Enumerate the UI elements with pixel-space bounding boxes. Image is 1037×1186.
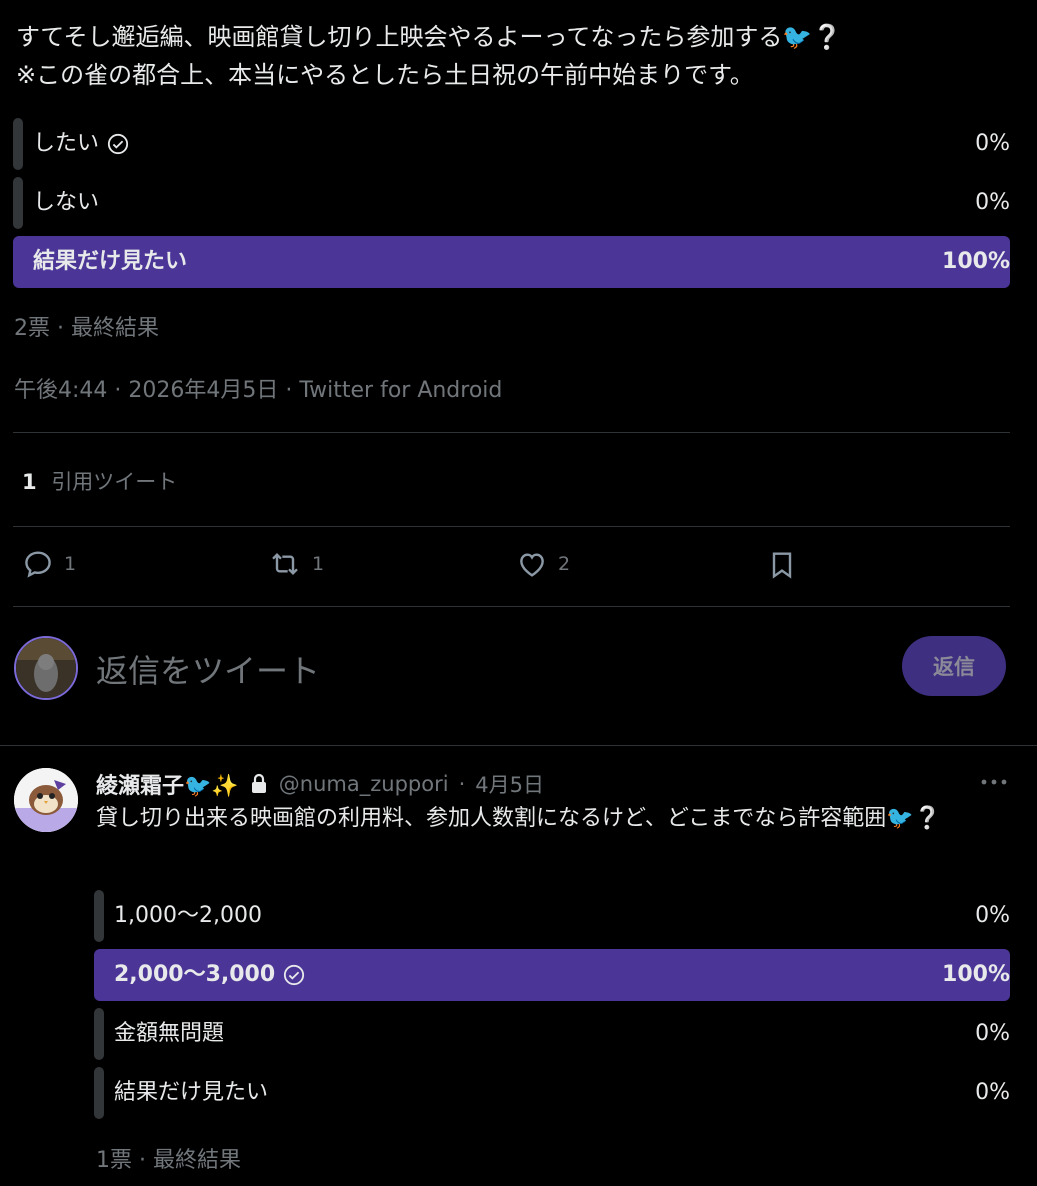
poll-percent: 0% <box>975 1080 1010 1105</box>
voted-check-icon <box>284 964 305 986</box>
more-options-icon[interactable] <box>978 768 1010 796</box>
like-count: 2 <box>558 553 571 575</box>
poll-option-label: 結果だけ見たい <box>33 249 188 274</box>
reply-composer: 返信をツイート 返信 <box>14 636 1010 700</box>
reply-input[interactable]: 返信をツイート <box>96 646 320 692</box>
poll-percent: 0% <box>975 131 1010 156</box>
like-action[interactable]: 2 <box>516 548 570 580</box>
poll-option-label: 2,000〜3,000 <box>114 962 276 987</box>
poll-option-label: 結果だけ見たい <box>114 1080 269 1105</box>
poll-bar <box>94 1008 104 1060</box>
tweet-actions: 1 1 2 <box>22 548 1002 588</box>
poll-option: 1,000〜2,000 0% <box>94 890 1010 942</box>
poll-percent: 100% <box>942 962 1010 987</box>
reply-action[interactable]: 1 <box>22 548 76 580</box>
poll-bar <box>94 1067 104 1119</box>
reply-button[interactable]: 返信 <box>902 636 1006 696</box>
bookmark-action[interactable] <box>766 548 798 582</box>
retweet-count: 1 <box>312 553 325 575</box>
tweet-text: 貸し切り出来る映画館の利用料、参加人数割になるけど、どこまでなら許容範囲🐦❔ <box>96 806 942 831</box>
poll-bar <box>13 118 23 170</box>
poll-percent: 0% <box>975 903 1010 928</box>
poll-percent: 0% <box>975 1021 1010 1046</box>
retweet-icon <box>272 552 298 576</box>
poll-option: 2,000〜3,000 100% <box>94 949 1010 1001</box>
poll: したい 0% しない 0% 結果だけ見たい 100% <box>13 118 1010 295</box>
divider <box>13 432 1010 433</box>
poll-option: 結果だけ見たい 100% <box>13 236 1010 288</box>
display-name[interactable]: 綾瀬霜子🐦✨ <box>96 768 239 800</box>
reply-count: 1 <box>64 553 77 575</box>
divider <box>13 606 1010 607</box>
poll-option: したい 0% <box>13 118 1010 170</box>
author-avatar[interactable] <box>14 768 78 832</box>
bookmark-icon <box>772 552 792 579</box>
poll-option-label: 金額無問題 <box>114 1021 225 1046</box>
retweet-action[interactable]: 1 <box>268 548 324 580</box>
poll-bar <box>94 890 104 942</box>
poll-option-label: 1,000〜2,000 <box>114 903 262 928</box>
voted-check-icon <box>107 133 129 155</box>
poll-percent: 100% <box>942 249 1010 274</box>
lock-icon <box>251 773 266 793</box>
tweet-header: 綾瀬霜子🐦✨ @numa_zuppori · 4月5日 <box>96 768 544 800</box>
poll-option-label: しない <box>33 190 100 215</box>
author-handle[interactable]: @numa_zuppori <box>279 772 449 796</box>
tweet-timestamp[interactable]: 午後4:44 · 2026年4月5日 · Twitter for Android <box>14 372 502 404</box>
poll-meta: 2票 · 最終結果 <box>14 316 159 341</box>
poll-option: しない 0% <box>13 177 1010 229</box>
poll-bar <box>13 177 23 229</box>
user-avatar <box>14 636 78 700</box>
heart-icon <box>520 553 544 577</box>
poll-meta: 1票 · 最終結果 <box>96 1148 241 1173</box>
separator-dot: · <box>458 772 466 796</box>
quote-label: 引用ツイート <box>51 470 178 494</box>
divider <box>0 745 1037 746</box>
quote-count: 1 <box>22 470 37 494</box>
quote-tweets-link[interactable]: 1 引用ツイート <box>22 466 177 496</box>
poll-option: 結果だけ見たい 0% <box>94 1067 1010 1119</box>
tweet-date[interactable]: 4月5日 <box>475 769 544 799</box>
reply-icon <box>25 551 51 578</box>
poll-percent: 0% <box>975 190 1010 215</box>
poll: 1,000〜2,000 0% 2,000〜3,000 100% 金額無問題 0%… <box>94 890 1010 1126</box>
poll-option: 金額無問題 0% <box>94 1008 1010 1060</box>
tweet-text: すてそし邂逅編、映画館貸し切り上映会やるよーってなったら参加する🐦❔ ※この雀の… <box>16 23 843 89</box>
divider <box>13 526 1010 527</box>
poll-option-label: したい <box>33 131 100 156</box>
